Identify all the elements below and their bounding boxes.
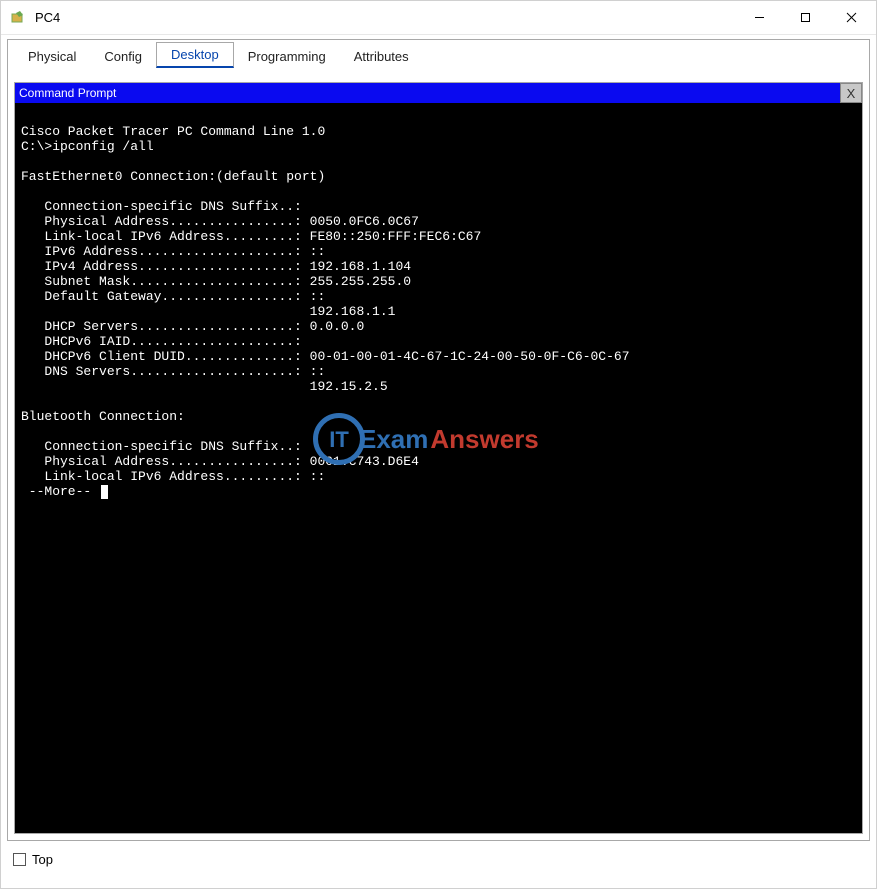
tab-programming[interactable]: Programming: [234, 45, 340, 68]
content-frame: Physical Config Desktop Programming Attr…: [7, 39, 870, 841]
tab-config[interactable]: Config: [90, 45, 156, 68]
close-button[interactable]: [828, 3, 874, 33]
panel-close-button[interactable]: X: [840, 83, 862, 103]
tab-desktop[interactable]: Desktop: [156, 42, 234, 68]
tab-physical[interactable]: Physical: [14, 45, 90, 68]
panel-header: Command Prompt X: [15, 83, 862, 103]
watermark-text-1: Exam: [359, 432, 428, 447]
window-title: PC4: [35, 10, 60, 25]
panel-title: Command Prompt: [19, 86, 840, 100]
maximize-button[interactable]: [782, 3, 828, 33]
minimize-button[interactable]: [736, 3, 782, 33]
window-titlebar: PC4: [1, 1, 876, 35]
app-icon: [9, 9, 27, 27]
top-checkbox-label: Top: [32, 852, 53, 867]
terminal-output[interactable]: Cisco Packet Tracer PC Command Line 1.0 …: [15, 103, 862, 833]
top-checkbox[interactable]: [13, 853, 26, 866]
tabs-row: Physical Config Desktop Programming Attr…: [8, 40, 869, 68]
footer-row: Top: [1, 845, 876, 873]
command-prompt-panel: Command Prompt X Cisco Packet Tracer PC …: [14, 82, 863, 834]
tab-attributes[interactable]: Attributes: [340, 45, 423, 68]
terminal-cursor: [101, 485, 108, 499]
watermark-text-2: Answers: [430, 432, 538, 447]
